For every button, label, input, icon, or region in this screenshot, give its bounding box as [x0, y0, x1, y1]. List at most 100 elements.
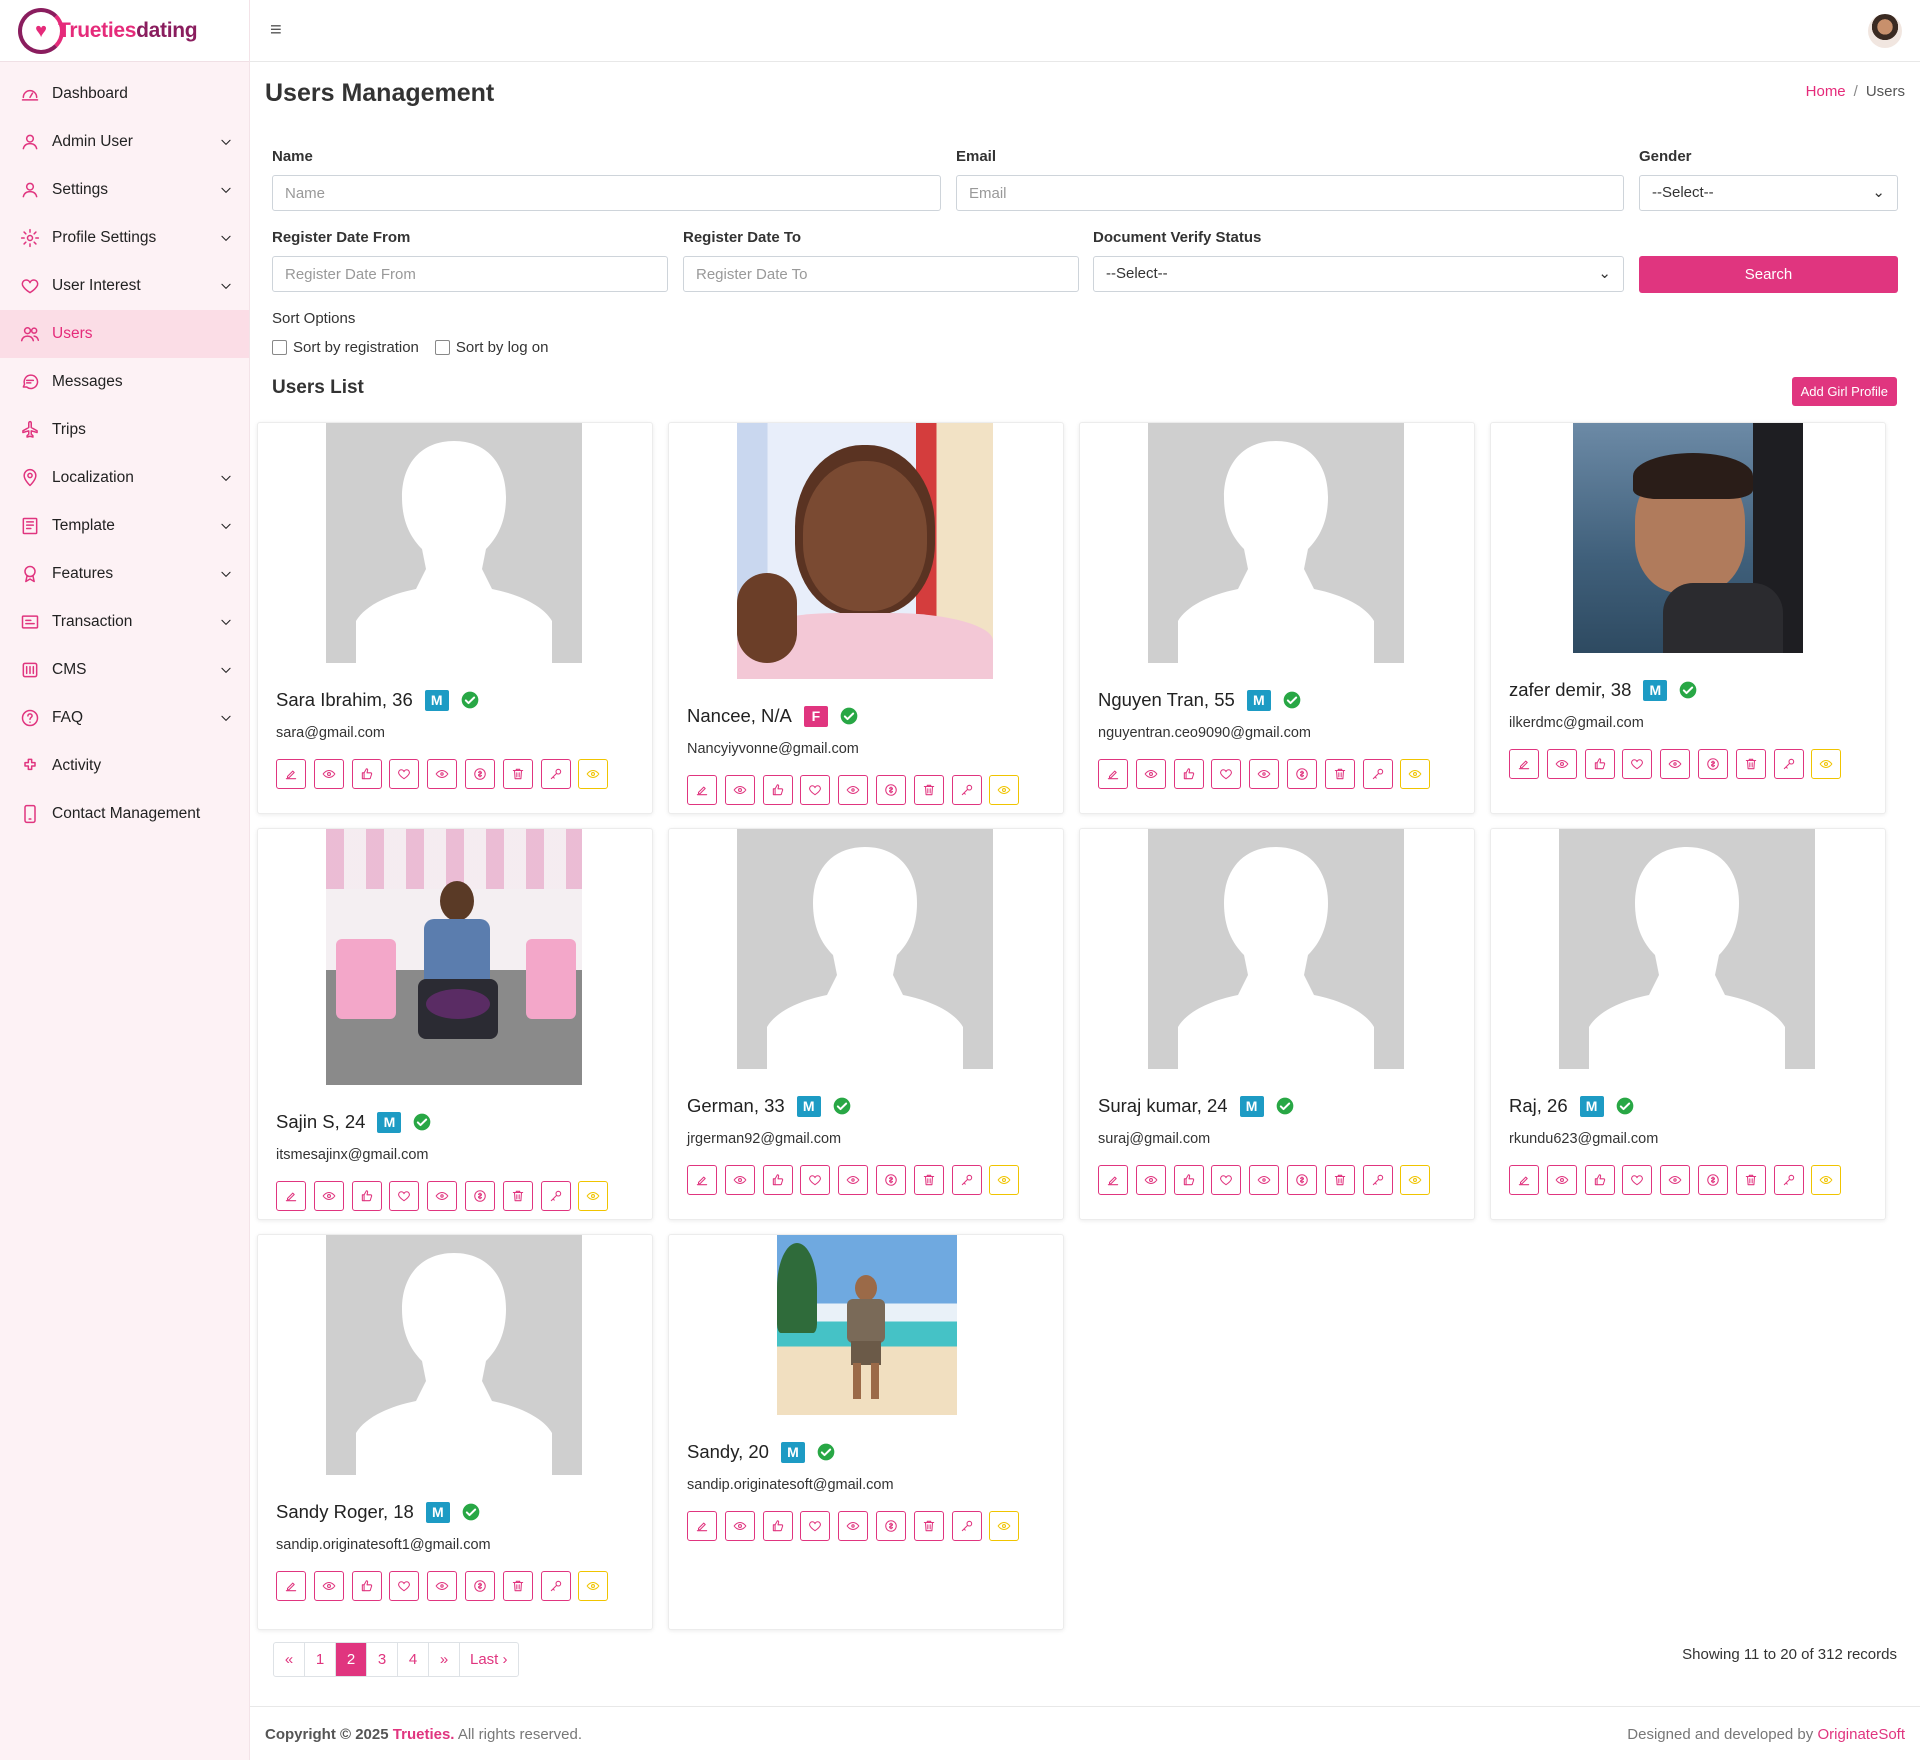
hamburger-icon[interactable]: ≡	[270, 20, 288, 40]
chevron-down-icon[interactable]	[219, 183, 233, 197]
heart-button[interactable]	[800, 775, 831, 805]
hide-eye-button[interactable]	[578, 1181, 609, 1211]
sidebar-item-localization[interactable]: Localization	[0, 454, 249, 502]
user-name[interactable]: Suraj kumar, 24	[1098, 1095, 1228, 1117]
search-button[interactable]: Search	[1639, 256, 1898, 293]
add-girl-profile-button[interactable]: Add Girl Profile	[1791, 377, 1897, 406]
view-button[interactable]	[724, 775, 755, 805]
admin-avatar[interactable]	[1868, 14, 1902, 48]
coin-button[interactable]	[875, 1165, 906, 1195]
hide-eye-button[interactable]	[989, 1165, 1020, 1195]
sort-logon-checkbox[interactable]	[434, 340, 450, 355]
trash-button[interactable]	[1324, 759, 1355, 789]
user-photo[interactable]	[737, 829, 993, 1069]
eye-button[interactable]	[1660, 1165, 1691, 1195]
edit-button[interactable]	[276, 1181, 306, 1211]
eye-button[interactable]	[838, 1165, 869, 1195]
chevron-down-icon[interactable]	[219, 135, 233, 149]
like-button[interactable]	[351, 759, 382, 789]
hide-eye-button[interactable]	[1811, 1165, 1842, 1195]
trash-button[interactable]	[913, 1511, 944, 1541]
sidebar-item-dashboard[interactable]: Dashboard	[0, 70, 249, 118]
chevron-down-icon[interactable]	[219, 663, 233, 677]
edit-button[interactable]	[687, 1511, 717, 1541]
sidebar-item-contact-management[interactable]: Contact Management	[0, 790, 249, 838]
user-photo[interactable]	[326, 423, 582, 663]
user-photo[interactable]	[777, 1235, 957, 1415]
like-button[interactable]	[762, 775, 793, 805]
user-name[interactable]: Raj, 26	[1509, 1095, 1568, 1117]
chevron-down-icon[interactable]	[219, 711, 233, 725]
hide-eye-button[interactable]	[989, 1511, 1020, 1541]
eye-button[interactable]	[1249, 1165, 1280, 1195]
sidebar-item-template[interactable]: Template	[0, 502, 249, 550]
register-from-input[interactable]	[272, 256, 668, 292]
trash-button[interactable]	[913, 1165, 944, 1195]
key-button[interactable]	[540, 1181, 571, 1211]
trash-button[interactable]	[502, 1181, 533, 1211]
key-button[interactable]	[1362, 1165, 1393, 1195]
user-photo[interactable]	[1148, 423, 1404, 663]
sidebar-item-users[interactable]: Users	[0, 310, 249, 358]
trash-button[interactable]	[1735, 1165, 1766, 1195]
chevron-down-icon[interactable]	[219, 279, 233, 293]
like-button[interactable]	[1584, 749, 1615, 779]
page-link[interactable]: «	[274, 1643, 305, 1676]
sidebar-item-cms[interactable]: CMS	[0, 646, 249, 694]
page-link[interactable]: Last ›	[460, 1643, 518, 1676]
hide-eye-button[interactable]	[1400, 759, 1431, 789]
user-name[interactable]: German, 33	[687, 1095, 785, 1117]
sidebar-item-admin-user[interactable]: Admin User	[0, 118, 249, 166]
page-link[interactable]: »	[429, 1643, 460, 1676]
key-button[interactable]	[1773, 1165, 1804, 1195]
heart-button[interactable]	[800, 1511, 831, 1541]
sidebar-item-trips[interactable]: Trips	[0, 406, 249, 454]
coin-button[interactable]	[464, 1571, 495, 1601]
key-button[interactable]	[1773, 749, 1804, 779]
like-button[interactable]	[351, 1181, 382, 1211]
view-button[interactable]	[313, 1571, 344, 1601]
chevron-down-icon[interactable]	[219, 519, 233, 533]
view-button[interactable]	[1135, 1165, 1166, 1195]
user-photo[interactable]	[737, 423, 993, 679]
user-name[interactable]: Sara Ibrahim, 36	[276, 689, 413, 711]
sidebar-item-transaction[interactable]: Transaction	[0, 598, 249, 646]
view-button[interactable]	[313, 1181, 344, 1211]
trash-button[interactable]	[913, 775, 944, 805]
trash-button[interactable]	[502, 759, 533, 789]
eye-button[interactable]	[838, 775, 869, 805]
edit-button[interactable]	[687, 1165, 717, 1195]
trash-button[interactable]	[502, 1571, 533, 1601]
sort-registration-checkbox[interactable]	[272, 340, 287, 355]
page-link[interactable]: 1	[305, 1643, 336, 1676]
sidebar-item-settings[interactable]: Settings	[0, 166, 249, 214]
user-name[interactable]: zafer demir, 38	[1509, 679, 1631, 701]
key-button[interactable]	[951, 775, 982, 805]
view-button[interactable]	[1135, 759, 1166, 789]
coin-button[interactable]	[1697, 1165, 1728, 1195]
chevron-down-icon[interactable]	[219, 615, 233, 629]
heart-button[interactable]	[1211, 759, 1242, 789]
user-name[interactable]: Nguyen Tran, 55	[1098, 689, 1235, 711]
hide-eye-button[interactable]	[989, 775, 1020, 805]
eye-button[interactable]	[1249, 759, 1280, 789]
doc-status-select[interactable]: --Select-- ⌄	[1093, 256, 1624, 292]
page-link[interactable]: 2	[336, 1643, 367, 1676]
heart-button[interactable]	[1622, 1165, 1653, 1195]
view-button[interactable]	[724, 1511, 755, 1541]
sidebar-item-user-interest[interactable]: User Interest	[0, 262, 249, 310]
heart-button[interactable]	[1211, 1165, 1242, 1195]
hide-eye-button[interactable]	[1400, 1165, 1431, 1195]
user-name[interactable]: Sandy Roger, 18	[276, 1501, 414, 1523]
hide-eye-button[interactable]	[578, 1571, 609, 1601]
user-photo[interactable]	[1148, 829, 1404, 1069]
footer-brand-link[interactable]: Trueties.	[393, 1726, 455, 1743]
page-link[interactable]: 4	[398, 1643, 429, 1676]
sidebar-item-faq[interactable]: FAQ	[0, 694, 249, 742]
brand-logo[interactable]: ♥ Truetiesdating	[0, 0, 249, 62]
edit-button[interactable]	[276, 759, 306, 789]
key-button[interactable]	[1362, 759, 1393, 789]
chevron-down-icon[interactable]	[219, 231, 233, 245]
sidebar-item-activity[interactable]: Activity	[0, 742, 249, 790]
key-button[interactable]	[540, 1571, 571, 1601]
